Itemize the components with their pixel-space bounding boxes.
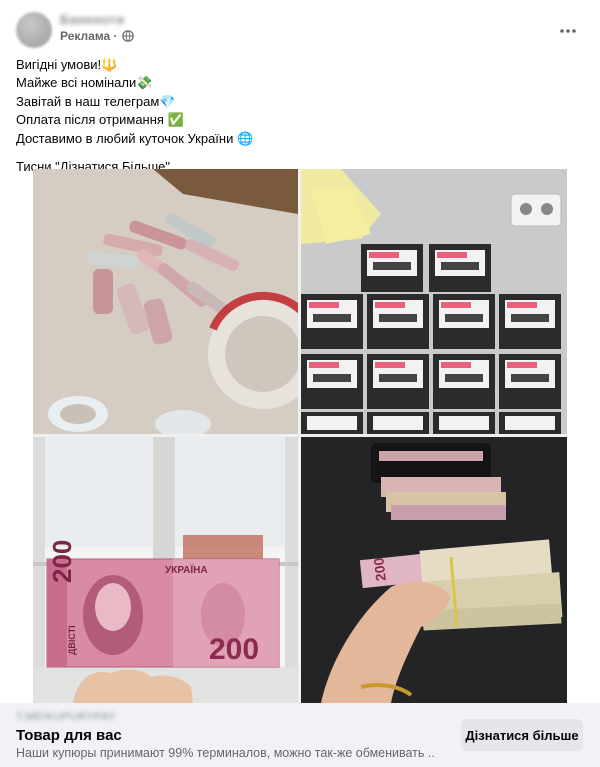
post-text: Вигідні умови!🔱 Майже всі номінали💸 Заві… [16, 56, 586, 176]
post-line: Оплата після отримання ✅ [16, 112, 184, 128]
ad-domain[interactable]: t.me/kupurypay [16, 711, 116, 723]
ad-description: Наши купюры принимают 99% терминалов, мо… [16, 746, 436, 760]
wallet-with-cash-photo[interactable]: 200 [301, 437, 567, 703]
post-header: Банкноти Реклама · [0, 0, 600, 54]
post-line: Завітай в наш телеграм💎 [16, 93, 176, 109]
banknote-value-vertical: 200 [47, 540, 77, 583]
sponsored-post-card: Банкноти Реклама · Вигідні умови!🔱 Майже… [0, 0, 600, 767]
rolled-banknotes-photo[interactable] [33, 169, 298, 434]
banknote-word: ДВІСТІ [67, 625, 77, 655]
banknote-country: УКРАЇНА [165, 563, 208, 576]
post-meta: Реклама · [60, 29, 134, 43]
ad-footer[interactable]: t.me/kupurypay Товар для вас Наши купюры… [0, 703, 600, 767]
sponsored-label[interactable]: Реклама · [60, 29, 118, 43]
learn-more-button[interactable]: Дізнатися більше [461, 719, 583, 751]
post-line: Доставимо в любий куточок України 🌐 [16, 130, 254, 146]
banknote-value: 200 [209, 633, 259, 666]
post-line: Майже всі номінали💸 [16, 75, 153, 91]
wallet-banknote-value: 200 [370, 557, 388, 582]
banknote-200-at-window-photo[interactable]: 200 УКРАЇНА 200 ДВІСТІ [33, 437, 298, 703]
page-avatar[interactable] [16, 12, 52, 48]
ad-title[interactable]: Товар для вас [16, 727, 122, 744]
globe-icon [121, 30, 134, 42]
post-line: Вигідні умови!🔱 [16, 57, 118, 72]
more-options-icon[interactable] [558, 22, 578, 33]
page-name[interactable]: Банкноти [60, 12, 125, 27]
image-grid[interactable]: 200 УКРАЇНА 200 ДВІСТІ 200 [33, 169, 567, 703]
sealed-packets-photo[interactable] [301, 169, 567, 434]
